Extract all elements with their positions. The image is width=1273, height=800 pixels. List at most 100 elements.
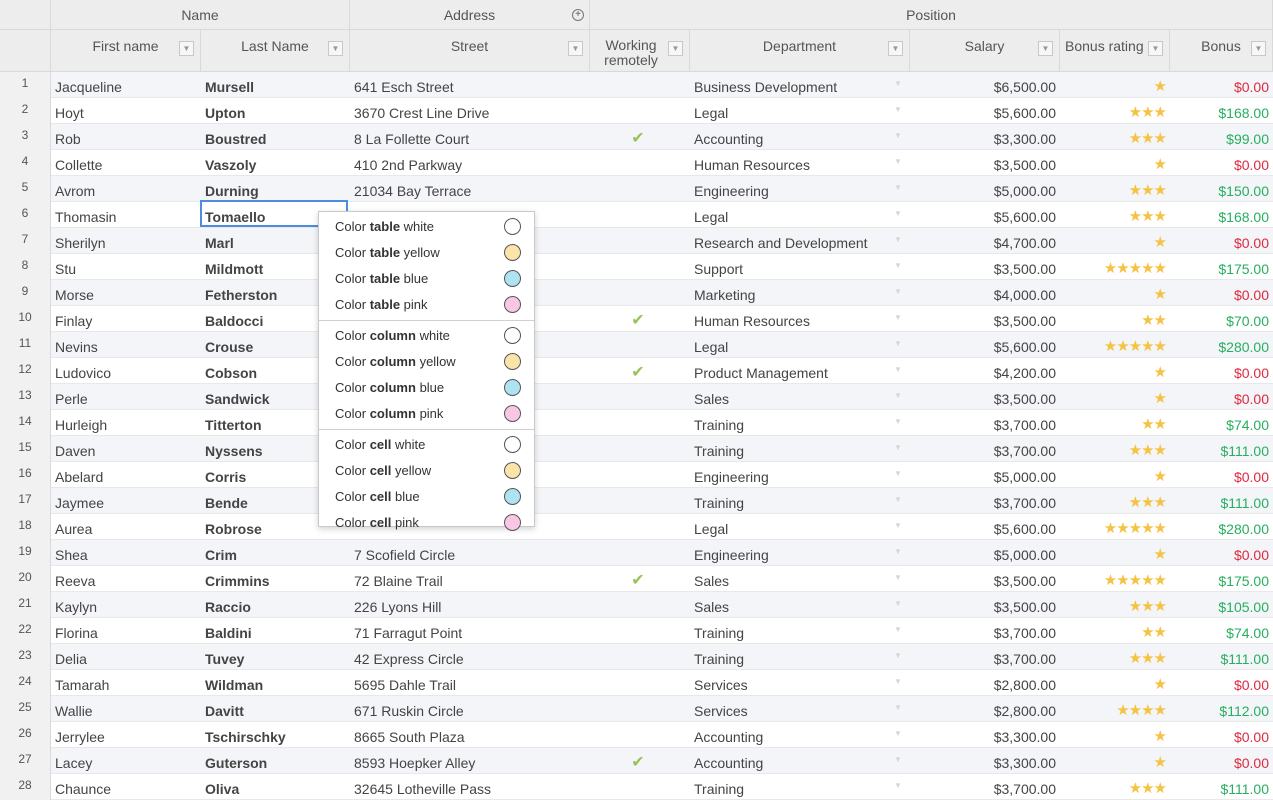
salary-cell[interactable]: $3,500.00	[910, 306, 1056, 332]
first-name-cell[interactable]: Avrom	[55, 176, 199, 202]
last-name-cell[interactable]: Raccio	[205, 592, 346, 618]
working-remotely-cell[interactable]	[590, 488, 686, 514]
dropdown-arrow-icon[interactable]: ▼	[890, 384, 906, 410]
dropdown-arrow-icon[interactable]: ▼	[890, 696, 906, 722]
salary-cell[interactable]: $3,500.00	[910, 566, 1056, 592]
salary-cell[interactable]: $4,000.00	[910, 280, 1056, 306]
column-header-department[interactable]: Department ▼	[690, 30, 910, 72]
last-name-cell[interactable]: Tuvey	[205, 644, 346, 670]
dropdown-arrow-icon[interactable]: ▼	[890, 748, 906, 774]
bonus-cell[interactable]: $280.00	[1170, 332, 1269, 358]
working-remotely-cell[interactable]	[590, 280, 686, 306]
table-row[interactable]: 10 Finlay Baldocci ✔ Human Resources ▼ $3,500.…	[0, 306, 1273, 332]
filter-icon[interactable]: ▼	[668, 41, 683, 56]
street-cell[interactable]: 641 Esch Street	[354, 72, 586, 98]
bonus-cell[interactable]: $168.00	[1170, 202, 1269, 228]
group-header-address[interactable]: Address +	[350, 0, 590, 30]
dropdown-arrow-icon[interactable]: ▼	[890, 644, 906, 670]
dropdown-arrow-icon[interactable]: ▼	[890, 566, 906, 592]
bonus-cell[interactable]: $74.00	[1170, 410, 1269, 436]
last-name-cell[interactable]: Vaszoly	[205, 150, 346, 176]
dropdown-arrow-icon[interactable]: ▼	[890, 436, 906, 462]
last-name-cell[interactable]: Tschirschky	[205, 722, 346, 748]
menu-item-color-column-blue[interactable]: Color column blue	[319, 375, 534, 401]
bonus-cell[interactable]: $111.00	[1170, 774, 1269, 800]
first-name-cell[interactable]: Reeva	[55, 566, 199, 592]
department-cell[interactable]: Engineering	[694, 462, 890, 488]
row-number[interactable]: 18	[0, 514, 51, 540]
column-header-first-name[interactable]: First name ▼	[51, 30, 201, 72]
row-number[interactable]: 27	[0, 748, 51, 774]
row-number[interactable]: 10	[0, 306, 51, 332]
row-number[interactable]: 25	[0, 696, 51, 722]
salary-cell[interactable]: $5,000.00	[910, 462, 1056, 488]
filter-icon[interactable]: ▼	[1148, 41, 1163, 56]
salary-cell[interactable]: $6,500.00	[910, 72, 1056, 98]
department-cell[interactable]: Support	[694, 254, 890, 280]
table-row[interactable]: 3 Rob Boustred 8 La Follette Court ✔ Accounti…	[0, 124, 1273, 150]
working-remotely-cell[interactable]	[590, 436, 686, 462]
table-row[interactable]: 6 Thomasin Tomaello Legal ▼ $5,600.00 ★★★ $168.…	[0, 202, 1273, 228]
first-name-cell[interactable]: Morse	[55, 280, 199, 306]
department-cell[interactable]: Sales	[694, 384, 890, 410]
menu-item-color-cell-blue[interactable]: Color cell blue	[319, 484, 534, 510]
star-rating-icon[interactable]: ★★★★★	[1060, 566, 1166, 592]
row-number[interactable]: 7	[0, 228, 51, 254]
bonus-cell[interactable]: $0.00	[1170, 748, 1269, 774]
first-name-cell[interactable]: Collette	[55, 150, 199, 176]
table-row[interactable]: 17 Jaymee Bende Training ▼ $3,700.00 ★★★ $111.0…	[0, 488, 1273, 514]
checkmark-icon[interactable]: ✔	[590, 306, 686, 332]
bonus-cell[interactable]: $0.00	[1170, 150, 1269, 176]
first-name-cell[interactable]: Wallie	[55, 696, 199, 722]
bonus-cell[interactable]: $175.00	[1170, 254, 1269, 280]
salary-cell[interactable]: $5,600.00	[910, 514, 1056, 540]
table-row[interactable]: 9 Morse Fetherston Marketing ▼ $4,000.00 ★ $0.0…	[0, 280, 1273, 306]
dropdown-arrow-icon[interactable]: ▼	[890, 488, 906, 514]
bonus-cell[interactable]: $0.00	[1170, 280, 1269, 306]
working-remotely-cell[interactable]	[590, 696, 686, 722]
filter-icon[interactable]: ▼	[179, 41, 194, 56]
last-name-cell[interactable]: Mursell	[205, 72, 346, 98]
row-number[interactable]: 2	[0, 98, 51, 124]
department-cell[interactable]: Training	[694, 644, 890, 670]
bonus-cell[interactable]: $74.00	[1170, 618, 1269, 644]
first-name-cell[interactable]: Jaymee	[55, 488, 199, 514]
last-name-cell[interactable]: Oliva	[205, 774, 346, 800]
row-number[interactable]: 8	[0, 254, 51, 280]
working-remotely-cell[interactable]	[590, 72, 686, 98]
row-number[interactable]: 4	[0, 150, 51, 176]
column-header-working-remotely[interactable]: Working remotely ▼	[590, 30, 690, 72]
column-header-street[interactable]: Street ▼	[350, 30, 590, 72]
column-header-bonus-rating[interactable]: Bonus rating ▼	[1060, 30, 1170, 72]
bonus-cell[interactable]: $175.00	[1170, 566, 1269, 592]
star-rating-icon[interactable]: ★	[1060, 670, 1166, 696]
row-number[interactable]: 12	[0, 358, 51, 384]
star-rating-icon[interactable]: ★★★	[1060, 124, 1166, 150]
row-number[interactable]: 6	[0, 202, 51, 228]
menu-item-color-table-yellow[interactable]: Color table yellow	[319, 240, 534, 266]
dropdown-arrow-icon[interactable]: ▼	[890, 670, 906, 696]
row-number[interactable]: 15	[0, 436, 51, 462]
row-number[interactable]: 1	[0, 72, 51, 98]
department-cell[interactable]: Legal	[694, 202, 890, 228]
salary-cell[interactable]: $3,700.00	[910, 436, 1056, 462]
working-remotely-cell[interactable]	[590, 228, 686, 254]
star-rating-icon[interactable]: ★	[1060, 280, 1166, 306]
row-number[interactable]: 26	[0, 722, 51, 748]
department-cell[interactable]: Training	[694, 618, 890, 644]
first-name-cell[interactable]: Hurleigh	[55, 410, 199, 436]
menu-item-color-cell-yellow[interactable]: Color cell yellow	[319, 458, 534, 484]
street-cell[interactable]: 226 Lyons Hill	[354, 592, 586, 618]
salary-cell[interactable]: $3,700.00	[910, 618, 1056, 644]
first-name-cell[interactable]: Tamarah	[55, 670, 199, 696]
column-header-last-name[interactable]: Last Name ▼	[201, 30, 350, 72]
first-name-cell[interactable]: Shea	[55, 540, 199, 566]
star-rating-icon[interactable]: ★★★	[1060, 774, 1166, 800]
working-remotely-cell[interactable]	[590, 176, 686, 202]
dropdown-arrow-icon[interactable]: ▼	[890, 280, 906, 306]
star-rating-icon[interactable]: ★	[1060, 748, 1166, 774]
department-cell[interactable]: Training	[694, 436, 890, 462]
table-row[interactable]: 24 Tamarah Wildman 5695 Dahle Trail Services…	[0, 670, 1273, 696]
last-name-cell[interactable]: Wildman	[205, 670, 346, 696]
star-rating-icon[interactable]: ★★★★	[1060, 696, 1166, 722]
